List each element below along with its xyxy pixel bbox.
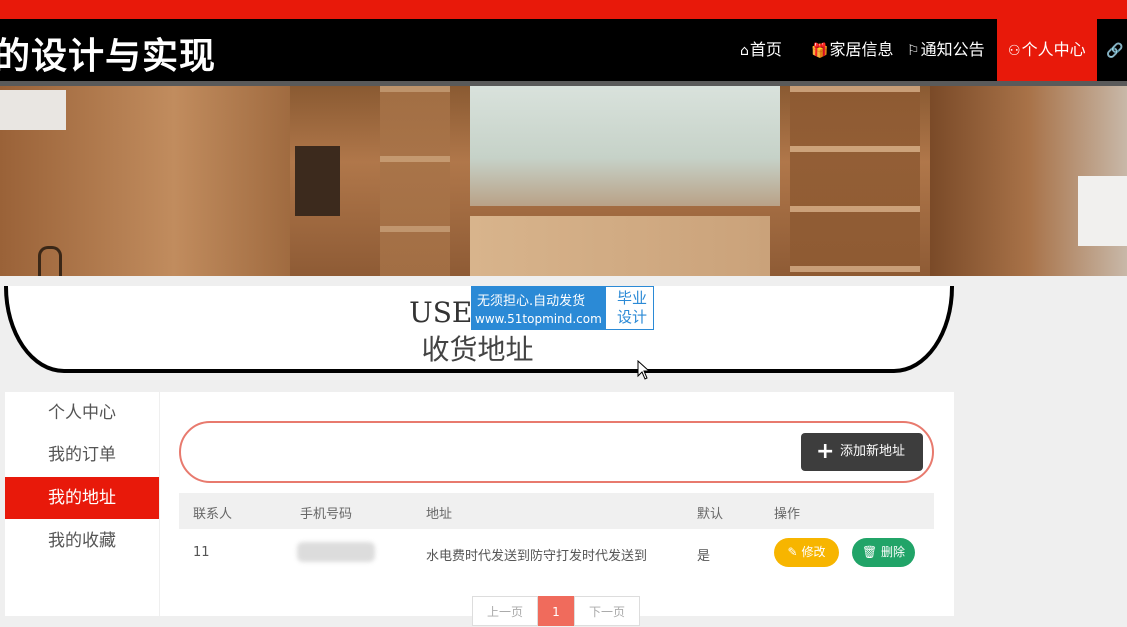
top-accent-bar <box>0 0 1127 19</box>
sidebar: 个人中心 我的订单 我的地址 我的收藏 <box>5 392 159 616</box>
cell-contact: 11 <box>193 545 210 560</box>
next-page-button[interactable]: 下一页 <box>574 596 640 626</box>
col-contact: 联系人 <box>193 507 233 522</box>
nav-item-furniture[interactable]: 🎁家居信息 <box>811 19 893 81</box>
trash-icon: 🗑 <box>861 545 878 559</box>
home-icon: ⌂ <box>740 43 749 59</box>
gift-icon: 🎁 <box>811 43 829 59</box>
mouse-cursor-icon <box>637 360 651 380</box>
user-icon: ⚇ <box>1008 43 1021 59</box>
nav-item-notice[interactable]: ⚐通知公告 <box>907 19 985 81</box>
page-1-button[interactable]: 1 <box>538 596 574 626</box>
sidebar-item-addresses[interactable]: 我的地址 <box>5 477 159 519</box>
nav-item-label: 首页 <box>749 40 782 59</box>
nav-item-home[interactable]: ⌂首页 <box>740 19 782 81</box>
nav-item-label: 个人中心 <box>1021 40 1086 59</box>
navbar: 的设计与实现 ⌂首页 🎁家居信息 ⚐通知公告 ⚇个人中心 🔗 <box>0 19 1127 81</box>
watermark-badge: 无须担心.自动发货 www.51topmind.com 毕业设计 <box>471 286 654 330</box>
flag-icon: ⚐ <box>907 43 920 59</box>
sidebar-item-user-center[interactable]: 个人中心 <box>5 392 159 434</box>
edit-label: 修改 <box>801 545 826 559</box>
cell-phone-redacted <box>297 542 375 562</box>
delete-button[interactable]: 🗑 删除 <box>852 538 915 567</box>
watermark-right: 毕业设计 <box>616 289 647 326</box>
cell-address: 水电费时代发送到防守打发时代发送到 <box>426 549 648 564</box>
table-row: 11 水电费时代发送到防守打发时代发送到 是 ✎ 修改 🗑 删除 <box>179 529 934 577</box>
section-title-cn: 收货地址 <box>421 333 534 366</box>
pencil-icon: ✎ <box>787 545 798 559</box>
nav-item-label: 通知公告 <box>920 40 985 59</box>
watermark-line1: 无须担心.自动发货 <box>477 294 586 309</box>
plus-icon: + <box>816 439 835 464</box>
sidebar-item-favorites[interactable]: 我的收藏 <box>5 520 159 562</box>
nav-item-link[interactable]: 🔗 <box>1106 19 1124 81</box>
col-address: 地址 <box>426 507 453 522</box>
sidebar-item-orders[interactable]: 我的订单 <box>5 434 159 476</box>
add-address-label: 添加新地址 <box>840 444 906 459</box>
col-default: 默认 <box>697 507 724 522</box>
edit-button[interactable]: ✎ 修改 <box>774 538 839 567</box>
add-address-button[interactable]: + 添加新地址 <box>801 433 923 471</box>
link-icon: 🔗 <box>1106 43 1124 59</box>
delete-label: 删除 <box>881 545 906 559</box>
nav-item-label: 家居信息 <box>829 40 894 59</box>
site-title: 的设计与实现 <box>0 36 217 77</box>
prev-page-button[interactable]: 上一页 <box>472 596 538 626</box>
table-header: 联系人 手机号码 地址 默认 操作 <box>179 493 934 529</box>
watermark-line2: www.51topmind.com <box>475 312 602 326</box>
nav-item-user-center[interactable]: ⚇个人中心 <box>997 19 1097 81</box>
main-panel: + 添加新地址 联系人 手机号码 地址 默认 操作 11 水电费时代发送到防守打… <box>160 392 954 616</box>
banner-image <box>0 86 1127 276</box>
col-actions: 操作 <box>774 507 801 522</box>
cell-default: 是 <box>697 549 711 564</box>
col-phone: 手机号码 <box>300 507 353 522</box>
